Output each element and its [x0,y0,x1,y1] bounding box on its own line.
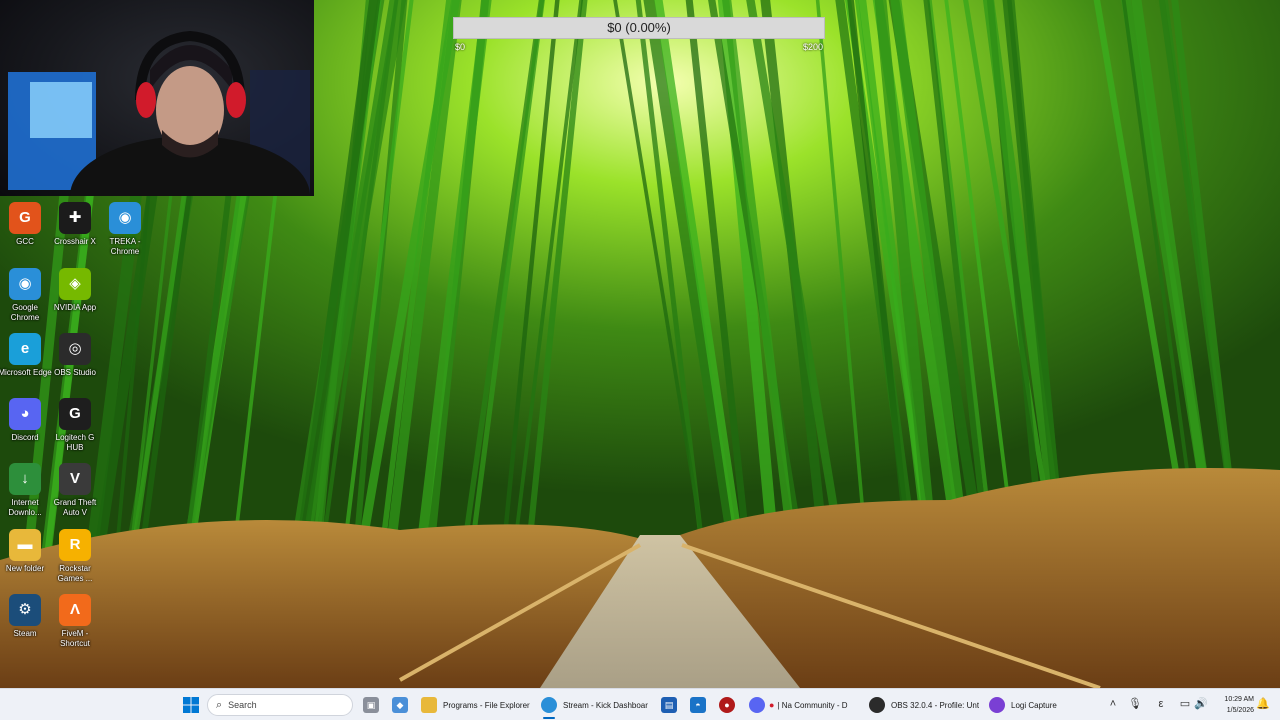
chrome-icon [541,697,557,713]
desktop-icon-microsoft-edge[interactable]: e Microsoft Edge [0,333,52,378]
goal-progress-text: $0 (0.00%) [607,20,671,35]
desktop-icon-obs-studio[interactable]: ◎ OBS Studio [48,333,102,378]
desktop-icon-google-chrome[interactable]: ◉ Google Chrome [0,268,52,323]
desktop-icon-discord[interactable]: ◕ Discord [0,398,52,443]
desktop-icon-label: TREKA - Chrome [109,237,141,256]
start-button[interactable] [183,689,199,720]
windows-logo-icon [183,697,199,713]
recording-dot-icon: ● [769,700,775,710]
app-icon: ◆ [392,697,408,713]
desktop-icon-nvidia-app[interactable]: ◈ NVIDIA App [48,268,102,313]
desktop-icon-gta-v[interactable]: V Grand Theft Auto V [48,463,102,518]
taskbar-app-generic[interactable]: ● [719,689,735,720]
desktop-icon-internet-download-manager[interactable]: ↓ Internet Downlo... [0,463,52,518]
desktop-icon-logitech-g-hub[interactable]: G Logitech G HUB [48,398,102,453]
desktop-icon-gcc[interactable]: G GCC [0,202,52,247]
desktop-icon-new-folder[interactable]: ▬ New folder [0,529,52,574]
taskbar-item-obs[interactable]: OBS 32.0.4 - Profile: Unt [869,689,981,720]
google-chrome-icon: ◉ [9,268,41,300]
desktop-icon-label: Logitech G HUB [55,433,95,452]
microsoft-edge-icon: e [9,333,41,365]
trek-chrome-icon: ◉ [109,202,141,234]
app-icon: ● [719,697,735,713]
clock-date: 1/5/2026 [1226,707,1254,714]
new-folder-icon: ▬ [9,529,41,561]
taskbar-item-label: Logi Capture [1011,700,1057,710]
webcam-overlay [0,0,314,196]
active-indicator [543,717,555,719]
taskbar-item-label: Programs - File Explorer [443,700,530,710]
search-placeholder: Search [228,700,257,710]
microphone-icon[interactable]: 🎙 [1128,697,1142,711]
desktop-icon-crosshair-x[interactable]: ✚ Crosshair X [48,202,102,247]
taskbar-item-discord[interactable]: ● | Na Community - D [749,689,861,720]
taskbar-clock[interactable]: 10:29 AM 1/5/2026 [1212,694,1254,716]
desktop-icon-label: Discord [11,433,39,442]
desktop-icon-label: Microsoft Edge [0,368,52,377]
taskbar-item-chrome-kick[interactable]: Stream - Kick Dashboar [541,689,653,720]
taskbar-item-logi-capture[interactable]: Logi Capture [989,689,1069,720]
nvidia-app-icon: ◈ [59,268,91,300]
desktop-icon-label: Crosshair X [54,237,96,246]
discord-icon: ◕ [9,398,41,430]
gta-v-icon: V [59,463,91,495]
desktop-icon-label: Internet Downlo... [8,498,42,517]
desktop-icon-label: New folder [5,564,45,573]
taskbar-app-generic[interactable]: ▤ [661,689,677,720]
taskbar-item-label: Stream - Kick Dashboar [563,700,648,710]
search-icon: ⌕ [216,698,223,711]
taskbar-item-file-explorer[interactable]: Programs - File Explorer [421,689,531,720]
taskbar: ⌕ Search ▣ ◆ Programs - File Explorer St… [0,688,1280,720]
logitech-g-hub-icon: G [59,398,91,430]
desktop-icon-label: OBS Studio [54,368,96,377]
desktop-icon-label: Grand Theft Auto V [53,498,97,517]
network-icon[interactable]: ▭ [1178,697,1192,711]
donation-goal-widget: $0 (0.00%) $0 $200 [453,17,825,57]
desktop-icon-steam[interactable]: ⚙ Steam [0,594,52,639]
desktop-icon-label: Steam [13,629,37,638]
taskbar-app-generic[interactable]: ◓ [690,689,706,720]
taskbar-app-generic[interactable]: ◆ [392,689,408,720]
desktop-icon-treka-chrome[interactable]: ◉ TREKA - Chrome [98,202,152,257]
clock-time: 10:29 AM [1224,696,1254,703]
app-icon: ▤ [661,697,677,713]
volume-icon[interactable]: 🔊 [1194,697,1208,711]
goal-min-label: $0 [455,42,466,52]
obs-icon [869,697,885,713]
folder-icon [421,697,437,713]
desktop-icon-label: FiveM - Shortcut [60,629,90,648]
taskbar-app-generic[interactable]: ▣ [363,689,379,720]
obs-studio-icon: ◎ [59,333,91,365]
internet-download-manager-icon: ↓ [9,463,41,495]
taskbar-item-label: | Na Community - D [777,700,848,710]
steam-icon: ⚙ [9,594,41,626]
app-icon: ◓ [690,697,706,713]
desktop-icon-label: NVIDIA App [53,303,97,312]
rockstar-games-icon: R [59,529,91,561]
desktop-icon-label: Google Chrome [10,303,40,322]
fivem-icon: Λ [59,594,91,626]
notification-bell-icon[interactable]: 🔔 [1256,697,1270,711]
desktop-icon-rockstar-games[interactable]: R Rockstar Games ... [48,529,102,584]
desktop-icon-fivem[interactable]: Λ FiveM - Shortcut [48,594,102,649]
goal-max-label: $200 [802,42,823,52]
taskbar-search-box[interactable]: ⌕ Search [207,694,353,716]
taskbar-item-label: OBS 32.0.4 - Profile: Unt [891,700,980,710]
crosshair-x-icon: ✚ [59,202,91,234]
chevron-up-icon[interactable]: ˄ [1106,697,1120,711]
desktop-icon-label: Rockstar Games ... [57,564,93,583]
language-icon[interactable]: ε [1154,697,1168,711]
logi-capture-icon [989,697,1005,713]
discord-icon [749,697,765,713]
app-icon: ▣ [363,697,379,713]
gcc-icon: G [9,202,41,234]
desktop-icon-label: GCC [16,237,34,246]
